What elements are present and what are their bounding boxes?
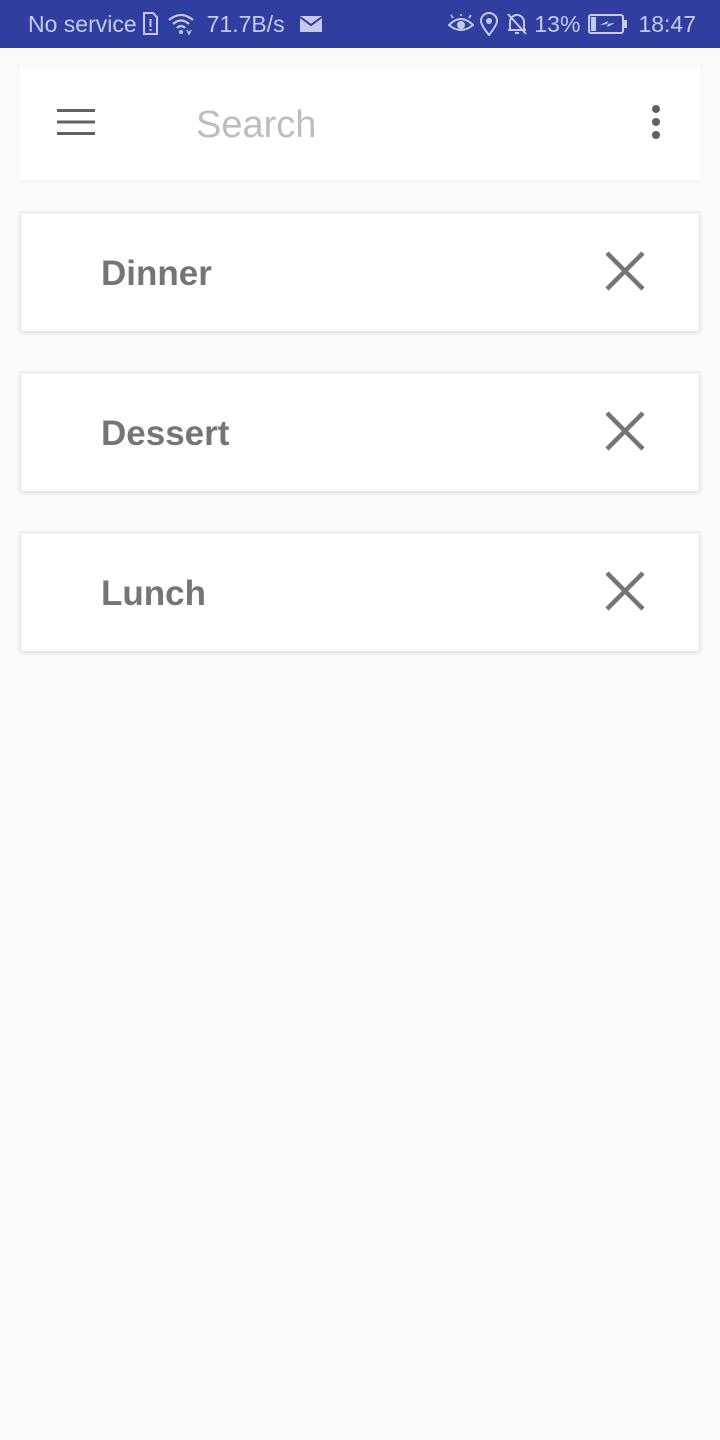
battery-charging-icon bbox=[588, 13, 628, 35]
search-bar bbox=[20, 68, 700, 180]
close-icon bbox=[604, 410, 646, 457]
mail-icon bbox=[299, 14, 323, 34]
search-input[interactable] bbox=[190, 98, 622, 152]
carrier-text: No service bbox=[28, 10, 137, 37]
location-icon bbox=[480, 12, 499, 36]
more-vert-icon bbox=[651, 104, 661, 144]
battery-percent-text: 13% bbox=[534, 10, 581, 37]
delete-button[interactable] bbox=[601, 569, 649, 617]
clock-text: 18:47 bbox=[638, 10, 696, 37]
close-icon bbox=[604, 570, 646, 617]
overflow-menu-button[interactable] bbox=[636, 98, 676, 150]
net-speed-text: 71.7B/s bbox=[206, 10, 285, 37]
menu-button[interactable] bbox=[50, 98, 102, 150]
sim-alert-icon bbox=[141, 12, 159, 36]
status-right: 13% 18:47 bbox=[448, 0, 696, 48]
list-item[interactable]: Dessert bbox=[20, 372, 700, 492]
notifications-off-icon bbox=[506, 12, 528, 36]
list-item-label: Dinner bbox=[101, 254, 212, 293]
hamburger-menu-icon bbox=[56, 107, 96, 142]
list-item[interactable]: Lunch bbox=[20, 532, 700, 652]
delete-button[interactable] bbox=[601, 249, 649, 297]
list-item-label: Lunch bbox=[101, 574, 206, 613]
delete-button[interactable] bbox=[601, 409, 649, 457]
wifi-icon bbox=[167, 12, 195, 36]
list-item[interactable]: Dinner bbox=[20, 212, 700, 332]
status-bar: No service 71.7B/s 13% 18:47 bbox=[0, 0, 720, 48]
list-item-label: Dessert bbox=[101, 414, 230, 453]
status-left: No service 71.7B/s bbox=[28, 0, 323, 48]
close-icon bbox=[604, 250, 646, 297]
eye-icon bbox=[448, 14, 475, 34]
category-list: Dinner Dessert Lunch bbox=[20, 212, 700, 692]
